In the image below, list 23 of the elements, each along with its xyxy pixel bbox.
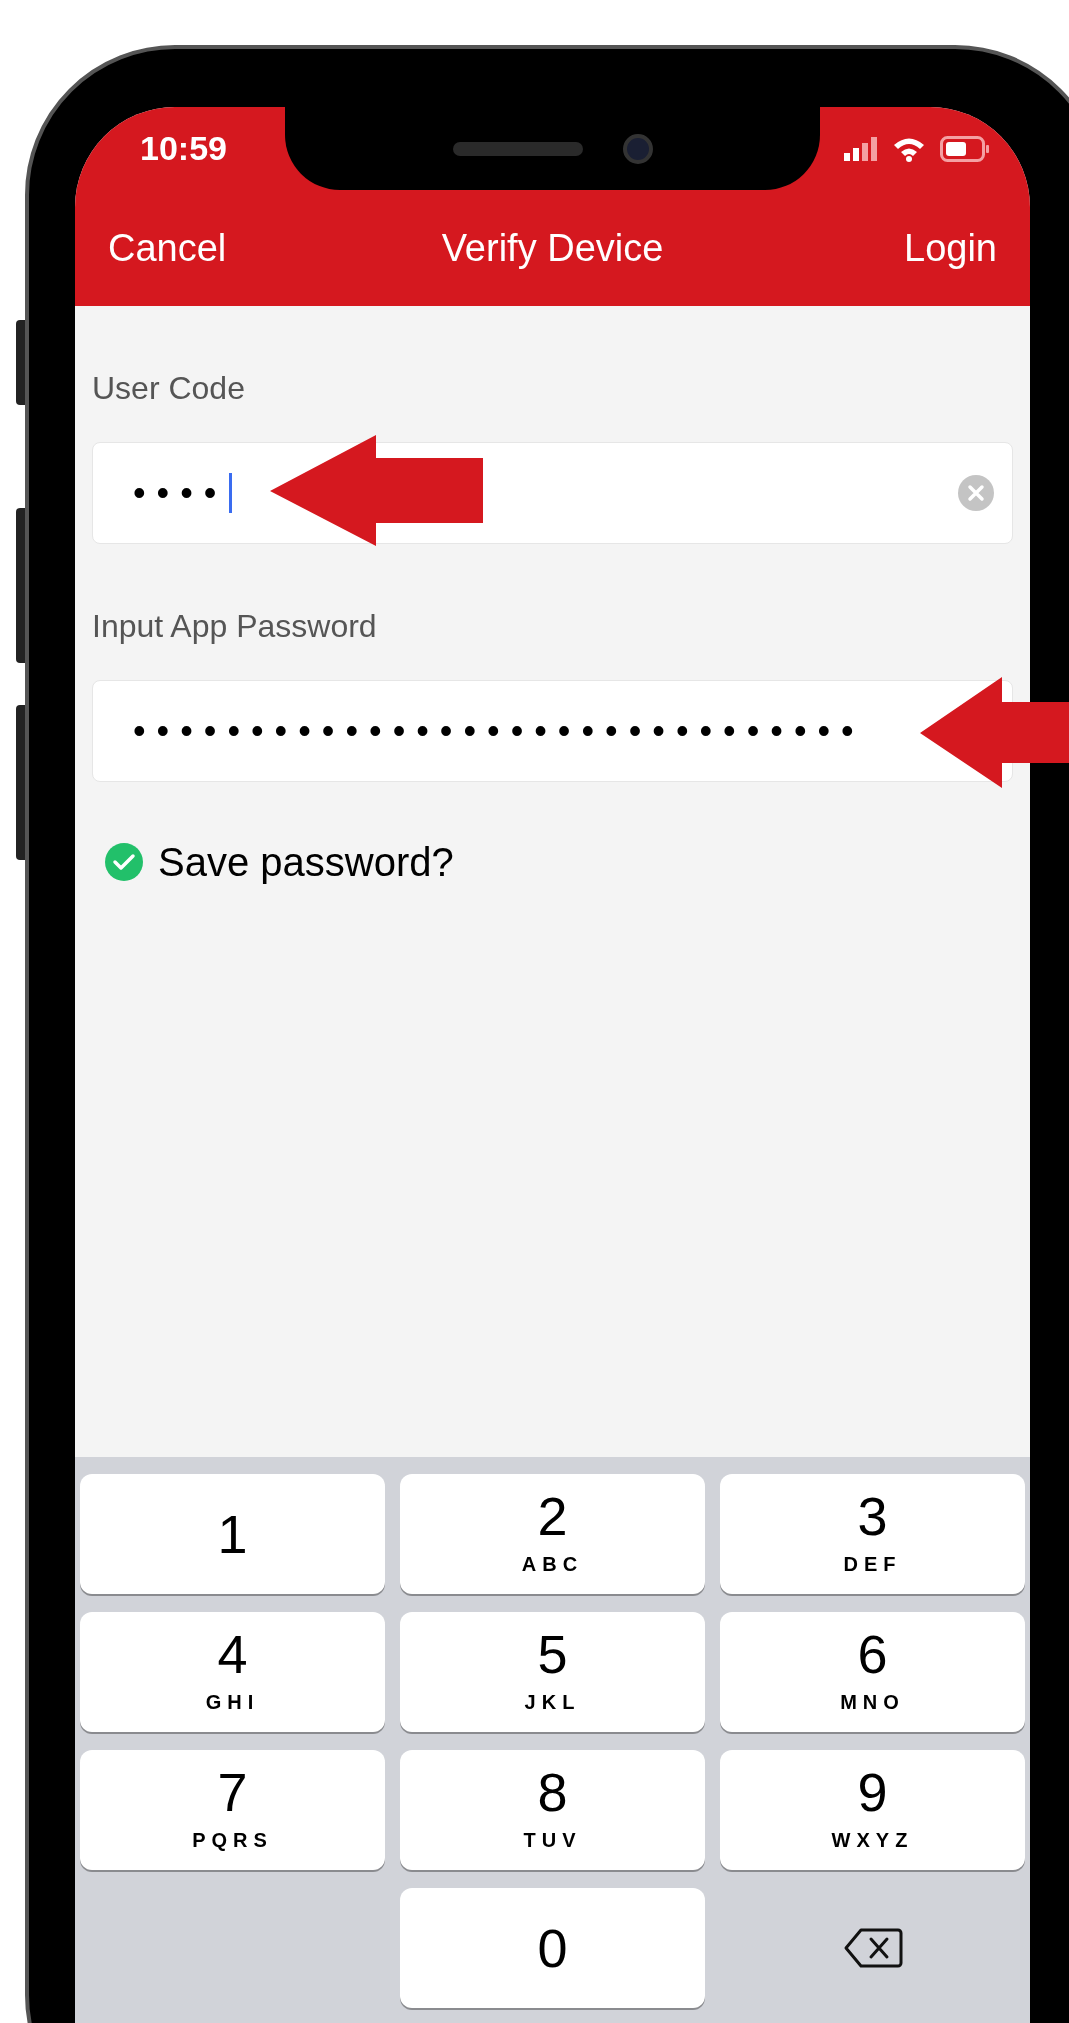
keypad-key[interactable]: 9 WXYZ xyxy=(720,1750,1025,1870)
field-label: Input App Password xyxy=(92,607,378,646)
keypad-key[interactable]: 8 TUV xyxy=(400,1750,705,1870)
keypad-key[interactable]: 5 JKL xyxy=(400,1612,705,1732)
cancel-button[interactable]: Cancel xyxy=(108,219,227,277)
battery-icon xyxy=(940,135,990,162)
field-label: User Code xyxy=(92,369,246,408)
backspace-icon xyxy=(842,1927,903,1969)
camera-lens xyxy=(622,133,653,164)
checkbox[interactable] xyxy=(105,843,143,881)
keypad-key[interactable]: 0 xyxy=(400,1888,705,2008)
keypad-key[interactable]: 1 xyxy=(80,1474,385,1594)
keypad-key[interactable]: 3 DEF xyxy=(720,1474,1025,1594)
page-title: Verify Device xyxy=(441,225,664,271)
status-time: 10:59 xyxy=(140,128,227,169)
clear-icon[interactable] xyxy=(958,475,994,511)
keypad-key[interactable]: 7 PQRS xyxy=(80,1750,385,1870)
login-button[interactable]: Login xyxy=(904,219,997,277)
keypad-key[interactable]: 2 ABC xyxy=(400,1474,705,1594)
keypad-key[interactable]: 4 GHI xyxy=(80,1612,385,1732)
signal-icon xyxy=(844,136,878,161)
save-password-label: Save password? xyxy=(158,839,454,886)
keypad-key[interactable]: 6 MNO xyxy=(720,1612,1025,1732)
